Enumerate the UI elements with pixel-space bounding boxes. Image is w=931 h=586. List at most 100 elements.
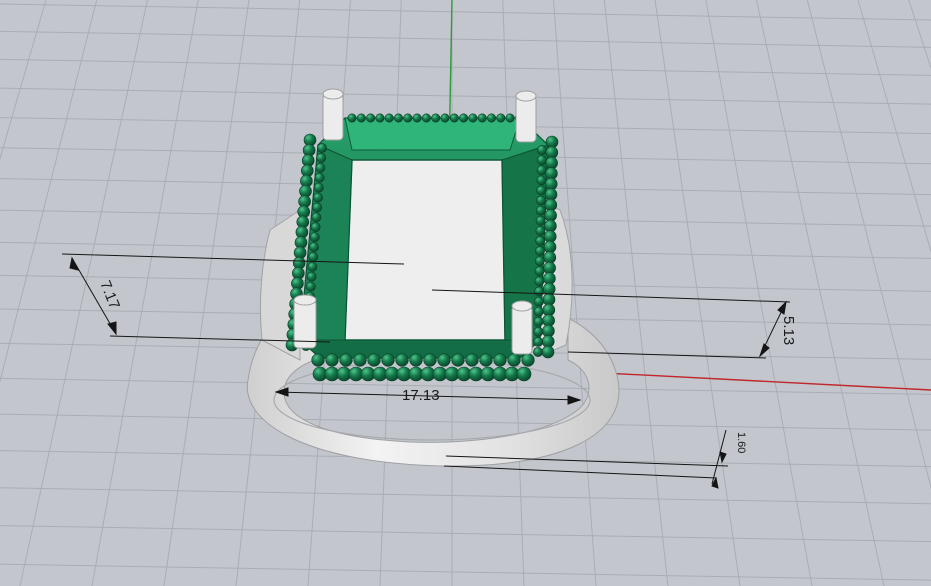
halo-bead	[507, 353, 521, 367]
halo-bead	[533, 306, 544, 317]
halo-bead	[543, 261, 556, 275]
halo-bead	[534, 256, 545, 266]
halo-bead	[366, 113, 376, 123]
prong-top-left	[322, 88, 344, 141]
halo-bead	[493, 353, 507, 367]
3d-viewport[interactable]: 7.17 5.13 17.13 1.60	[0, 0, 931, 586]
halo-bead	[544, 177, 558, 191]
halo-bead	[542, 324, 555, 338]
halo-bead	[496, 113, 506, 123]
halo-bead	[423, 353, 437, 367]
halo-bead	[533, 326, 544, 337]
halo-bead	[395, 353, 409, 367]
halo-bead	[542, 314, 555, 327]
halo-bead	[533, 336, 544, 347]
halo-bead	[468, 113, 478, 123]
halo-bead	[543, 240, 557, 254]
halo-bead	[409, 353, 423, 367]
halo-bead	[381, 353, 395, 367]
halo-bead	[536, 165, 547, 176]
halo-bead	[536, 185, 547, 196]
halo-bead	[543, 230, 557, 243]
halo-bead	[312, 202, 323, 213]
halo-bead	[313, 182, 324, 193]
halo-bead	[459, 113, 469, 123]
halo-bead	[534, 276, 545, 287]
halo-bead	[536, 195, 546, 206]
halo-bead	[544, 198, 558, 212]
halo-bead	[542, 303, 556, 317]
halo-bead	[356, 113, 366, 123]
halo-bead	[375, 113, 385, 123]
halo-bead	[353, 353, 367, 367]
halo-bead	[309, 232, 320, 242]
halo-bead	[384, 113, 394, 123]
halo-bead	[544, 209, 557, 222]
halo-bead	[541, 345, 555, 359]
halo-bead	[543, 251, 557, 264]
halo-bead	[543, 272, 556, 285]
dimension-width-label: 17.13	[402, 387, 440, 404]
halo-bead	[534, 286, 545, 297]
halo-bead	[534, 266, 545, 277]
halo-bead	[542, 282, 556, 296]
halo-bead	[305, 281, 316, 292]
halo-bead	[440, 113, 450, 123]
halo-bead	[437, 353, 451, 367]
halo-bead	[393, 113, 403, 123]
halo-bead	[516, 366, 532, 382]
halo-bead	[307, 261, 318, 272]
halo-bead	[311, 353, 325, 367]
dimension-depth-label: 5.13	[780, 316, 797, 345]
halo-bead	[421, 113, 431, 123]
halo-bead	[309, 242, 319, 252]
halo-bead	[535, 225, 546, 236]
halo-bead	[533, 347, 543, 357]
halo-bead	[339, 353, 353, 367]
halo-bead	[314, 172, 325, 183]
halo-bead	[537, 145, 547, 155]
halo-bead	[505, 113, 515, 123]
halo-bead	[533, 316, 544, 327]
halo-bead	[544, 219, 557, 233]
halo-bead	[534, 296, 544, 307]
halo-bead	[367, 353, 381, 367]
halo-bead	[308, 251, 319, 262]
halo-bead	[431, 113, 441, 123]
halo-bead	[315, 162, 326, 173]
halo-bead	[545, 156, 558, 170]
halo-bead	[451, 353, 465, 367]
halo-bead	[542, 293, 556, 306]
halo-bead	[535, 215, 546, 226]
halo-bead	[545, 167, 558, 180]
halo-bead	[544, 188, 558, 201]
dimension-thickness-label: 1.60	[735, 432, 747, 453]
halo-bead	[535, 246, 545, 256]
halo-bead	[535, 235, 546, 246]
halo-bead	[521, 353, 535, 367]
halo-bead	[541, 335, 555, 348]
halo-bead	[317, 143, 327, 153]
emerald-stone[interactable]	[299, 117, 549, 359]
halo-bead	[310, 222, 321, 233]
halo-bead	[311, 212, 322, 223]
halo-bead	[465, 353, 479, 367]
prong-top-right	[515, 90, 537, 143]
halo-bead	[403, 113, 413, 123]
halo-bead	[477, 113, 487, 123]
halo-bead	[449, 113, 459, 123]
prong-bottom-right	[511, 300, 533, 355]
prong-bottom-left	[293, 294, 317, 349]
halo-bead	[535, 205, 546, 216]
halo-bead	[306, 271, 317, 282]
halo-bead	[536, 175, 547, 186]
halo-bead	[325, 353, 339, 367]
halo-bead	[313, 192, 323, 203]
halo-bead	[347, 113, 357, 123]
halo-bead	[545, 135, 559, 149]
halo-bead	[316, 152, 327, 163]
halo-bead	[536, 155, 547, 165]
halo-bead	[545, 146, 559, 159]
halo-bead	[412, 113, 422, 123]
halo-bead	[479, 353, 493, 367]
